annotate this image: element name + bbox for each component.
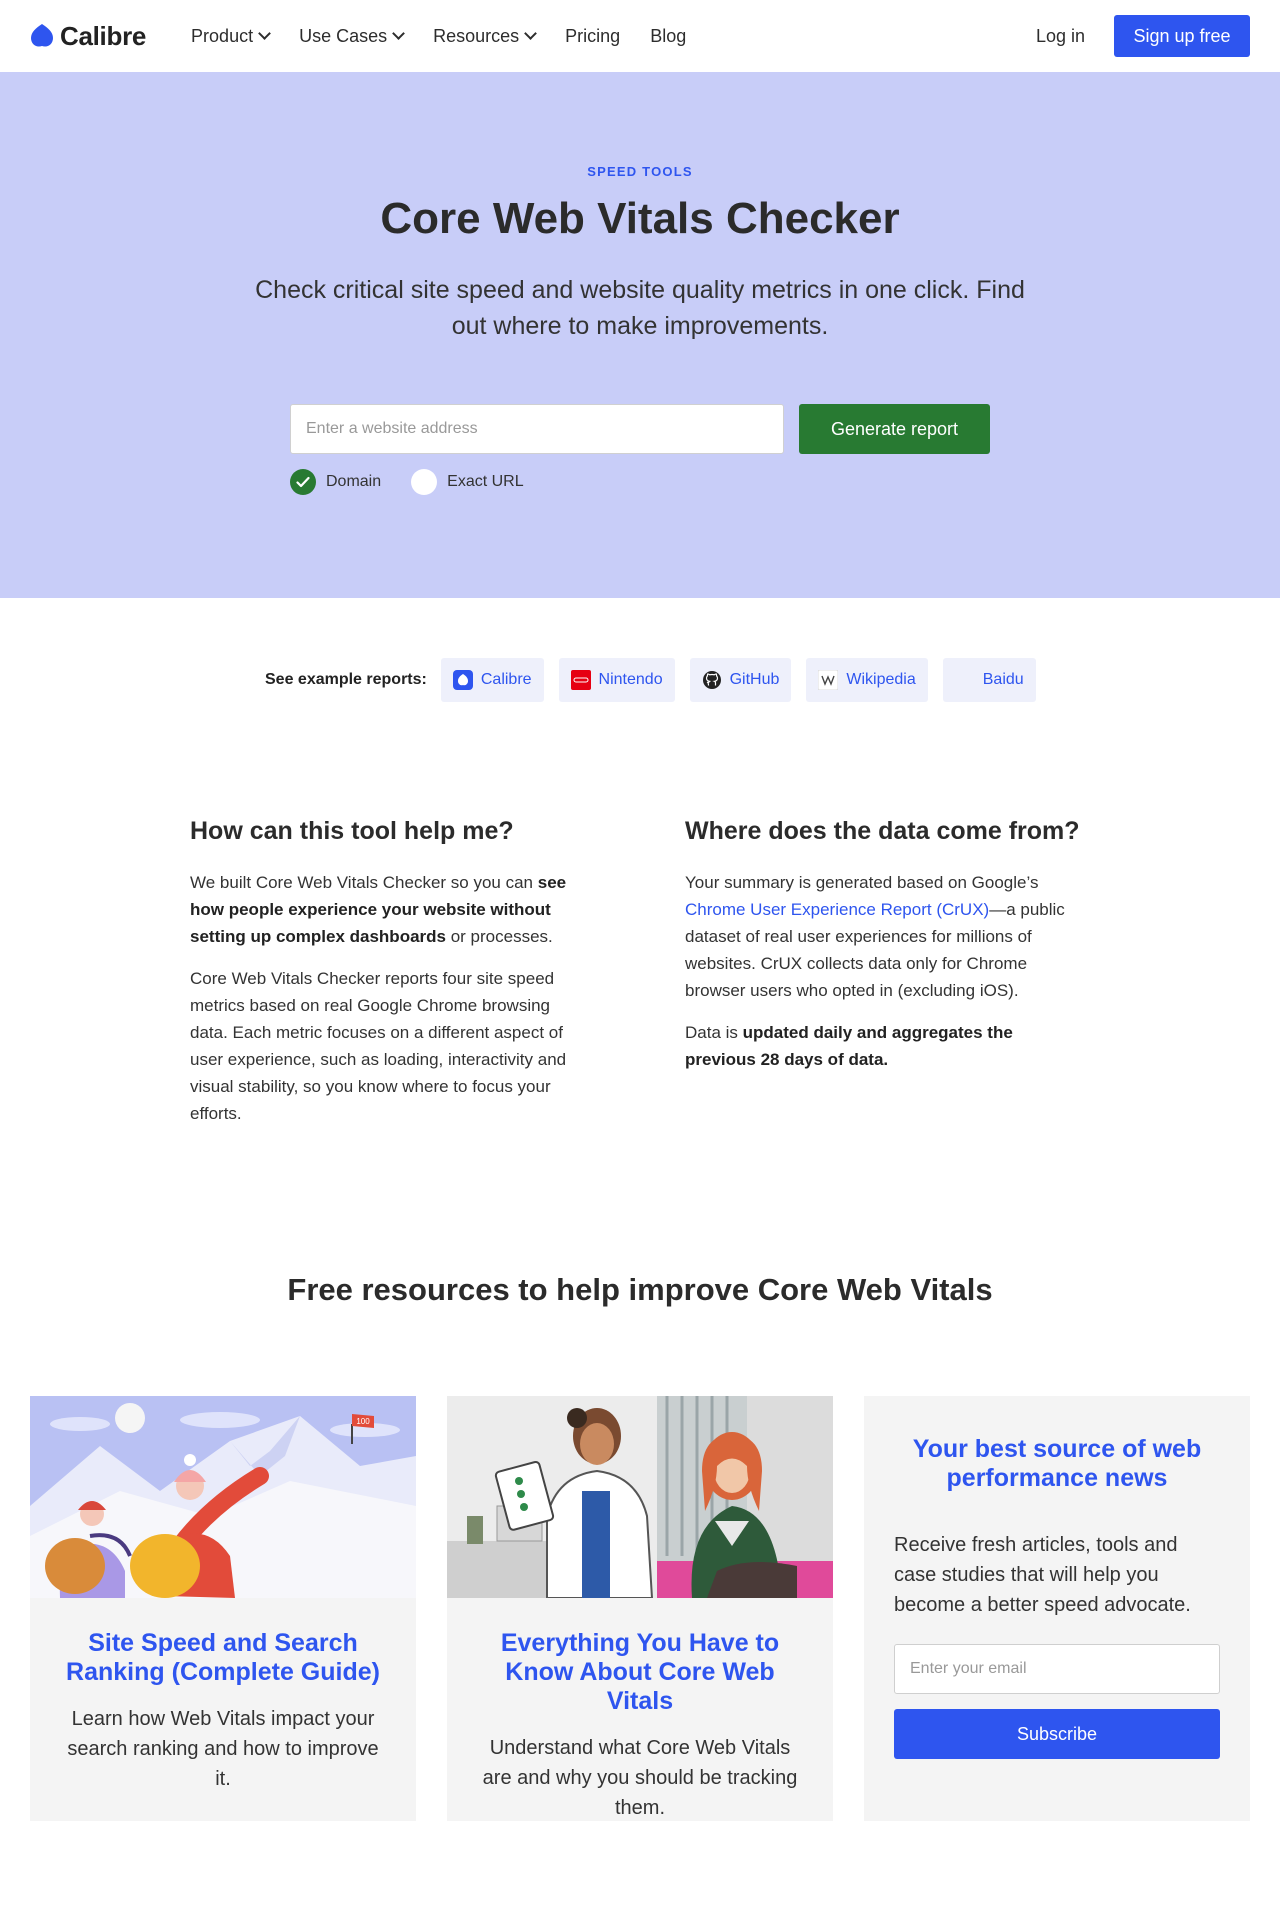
email-field[interactable] [894,1644,1220,1694]
text-run: Your summary is generated based on Googl… [685,873,1039,892]
nav-blog[interactable]: Blog [635,26,701,47]
example-nintendo-label: Nintendo [598,671,663,688]
nav-blog-label: Blog [650,25,687,46]
nav-product[interactable]: Product [176,26,284,47]
exact-url-option[interactable]: Exact URL [411,469,524,495]
text-run: or processes. [446,927,553,946]
newsletter-description: Receive fresh articles, tools and case s… [894,1534,1191,1616]
chevron-down-icon [524,27,538,40]
data-source-title: Where does the data come from? [685,817,1080,845]
nav-resources-label: Resources [433,25,520,46]
example-reports: See example reports: Calibre Nintendo Gi… [265,658,1051,702]
subscribe-button[interactable]: Subscribe [894,1709,1220,1759]
how-it-helps-section: How can this tool help me? We built Core… [190,817,590,1142]
check-circle-icon [290,469,316,495]
nav-use-cases-label: Use Cases [299,25,388,46]
newsletter-card: Your best source of web performance news… [864,1396,1250,1821]
how-it-helps-paragraph-2: Core Web Vitals Checker reports four sit… [190,969,567,1123]
chevron-down-icon [258,27,271,40]
example-reports-label: See example reports: [265,671,427,688]
nintendo-logo-icon [570,670,591,690]
data-source-paragraph-1: Your summary is generated based on Googl… [685,869,1085,1004]
wikipedia-logo-icon [818,670,839,690]
text-run: We built Core Web Vitals Checker so you … [190,873,538,892]
login-link[interactable]: Log in [1036,26,1085,47]
doctor-patient-illustration [447,1396,833,1598]
domain-option[interactable]: Domain [290,469,381,495]
calibre-logo[interactable]: Calibre [30,21,146,52]
github-logo-icon [702,670,722,690]
logo-text: Calibre [60,20,147,51]
example-github[interactable]: GitHub [689,658,792,702]
example-nintendo[interactable]: Nintendo [558,658,675,702]
hero-eyebrow: SPEED TOOLS [587,164,693,179]
nav-resources[interactable]: Resources [418,26,550,47]
resource-card-description: Understand what Core Web Vitals are and … [482,1737,798,1819]
hero-subtitle: Check critical site speed and website qu… [255,276,1025,340]
data-source-paragraph-2: Data is updated daily and aggregates the… [685,1019,1085,1073]
nav-pricing-label: Pricing [565,25,621,46]
hikers-illustration: 100 [30,1396,416,1598]
example-calibre-label: Calibre [480,671,532,688]
nav-actions: Log in Sign up free [1036,15,1250,57]
nav-pricing[interactable]: Pricing [550,26,635,47]
resource-card-title: Site Speed and Search Ranking (Complete … [66,1629,380,1686]
nav-links: Product Use Cases Resources Pricing Blog [176,26,701,47]
chevron-down-icon [392,27,405,40]
website-url-input[interactable] [290,404,784,454]
resource-card-site-speed[interactable]: 100 Site Speed and Search Ranking (Compl… [30,1396,416,1821]
signup-button[interactable]: Sign up free [1114,15,1250,57]
newsletter-title: Your best source of web performance news [912,1435,1202,1492]
crux-link[interactable]: Chrome User Experience Report (CrUX) [685,900,989,919]
domain-option-label: Domain [326,473,382,490]
hero-section: SPEED TOOLS Core Web Vitals Checker Chec… [0,72,1280,598]
data-source-section: Where does the data come from? Your summ… [685,817,1085,1088]
nav-product-label: Product [191,25,254,46]
generate-report-button[interactable]: Generate report [799,404,990,454]
calibre-logo-icon [31,24,53,47]
example-baidu-label: Baidu [982,671,1024,688]
how-it-helps-paragraph-1: We built Core Web Vitals Checker so you … [190,869,590,950]
exact-url-option-label: Exact URL [447,473,524,490]
radio-empty-icon [411,469,438,495]
text-run: Data is [685,1023,743,1042]
example-github-label: GitHub [729,671,780,688]
resource-card-title: Everything You Have to Know About Core W… [500,1629,780,1715]
flag-number: 100 [356,1417,370,1426]
baidu-logo-icon [955,670,975,690]
top-navigation: Calibre Product Use Cases Resources Pric… [0,0,1280,72]
nav-use-cases[interactable]: Use Cases [284,26,418,47]
calibre-logo-icon [452,670,473,690]
example-baidu[interactable]: Baidu [942,658,1036,702]
resources-title: Free resources to help improve Core Web … [287,1272,993,1307]
page-title: Core Web Vitals Checker [380,194,900,243]
how-it-helps-title: How can this tool help me? [190,817,514,845]
scope-options: Domain Exact URL [290,469,554,495]
example-wikipedia-label: Wikipedia [846,671,916,688]
example-calibre[interactable]: Calibre [440,658,544,702]
resource-card-description: Learn how Web Vitals impact your search … [67,1708,379,1790]
resource-card-core-web-vitals[interactable]: Everything You Have to Know About Core W… [447,1396,833,1821]
example-wikipedia[interactable]: Wikipedia [806,658,928,702]
